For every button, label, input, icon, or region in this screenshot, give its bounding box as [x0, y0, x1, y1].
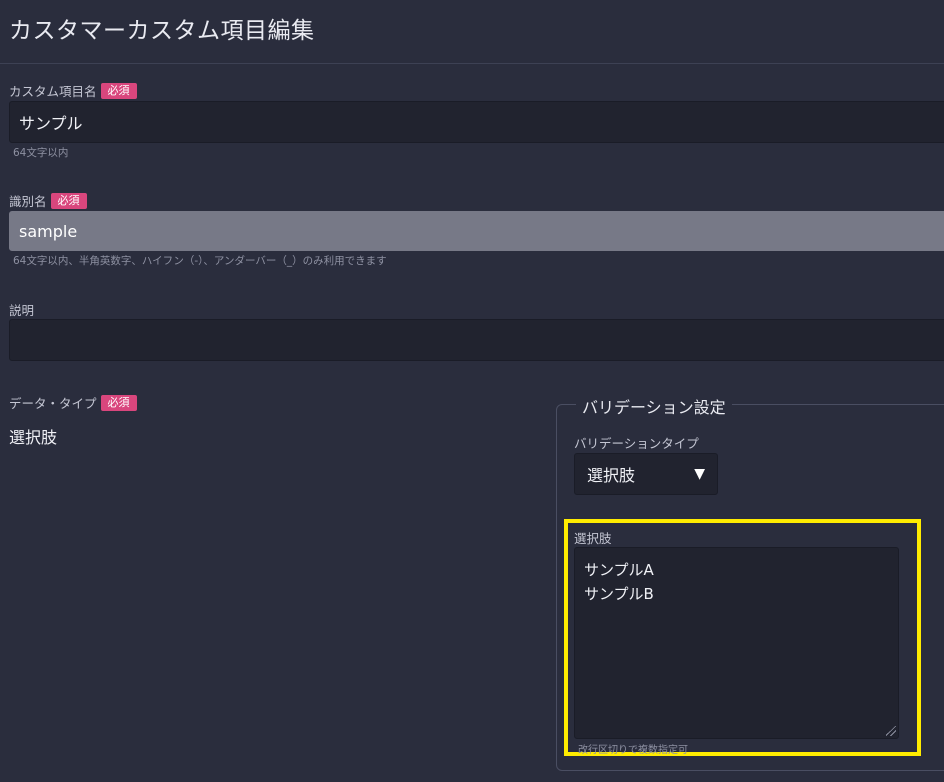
choices-textarea[interactable]: サンプルA サンプルB — [574, 547, 899, 739]
identifier-hint: 64文字以内、半角英数字、ハイフン（-）、アンダーバー（_）のみ利用できます — [13, 255, 387, 267]
name-hint: 64文字以内 — [13, 147, 69, 159]
identifier-label-row: 識別名 必須 — [9, 191, 87, 210]
data-type-value: 選択肢 — [9, 428, 58, 447]
resize-grip-icon[interactable] — [886, 726, 896, 736]
data-type-label: データ・タイプ — [9, 396, 97, 411]
description-label: 説明 — [9, 303, 35, 318]
validation-type-select[interactable]: 選択肢 ▼ — [574, 453, 718, 495]
choice-line: サンプルA — [584, 561, 654, 579]
choices-label: 選択肢 — [574, 531, 612, 546]
data-type-label-row: データ・タイプ 必須 — [9, 393, 137, 412]
identifier-label: 識別名 — [9, 194, 47, 209]
required-badge: 必須 — [100, 394, 137, 411]
header-divider — [0, 63, 944, 64]
required-badge: 必須 — [100, 82, 137, 99]
description-label-row: 説明 — [9, 300, 34, 319]
page-title: カスタマーカスタム項目編集 — [9, 18, 315, 44]
identifier-input-value: sample — [19, 221, 78, 241]
validation-type-value: 選択肢 — [587, 466, 636, 485]
description-input[interactable] — [9, 319, 944, 361]
caret-down-icon: ▼ — [694, 466, 705, 482]
choice-line: サンプルB — [584, 585, 654, 603]
required-badge: 必須 — [50, 192, 87, 209]
name-input[interactable]: サンプル — [9, 101, 944, 143]
identifier-input: sample — [9, 211, 944, 251]
choices-hint: 改行区切りで複数指定可 — [578, 745, 688, 756]
validation-type-label: バリデーションタイプ — [574, 436, 699, 451]
name-input-value: サンプル — [19, 114, 83, 133]
name-label-row: カスタム項目名 必須 — [9, 81, 137, 100]
name-label: カスタム項目名 — [9, 84, 97, 99]
custom-field-edit-page: カスタマーカスタム項目編集 カスタム項目名 必須 サンプル 64文字以内 識別名… — [0, 0, 944, 782]
validation-legend: バリデーション設定 — [576, 394, 732, 418]
